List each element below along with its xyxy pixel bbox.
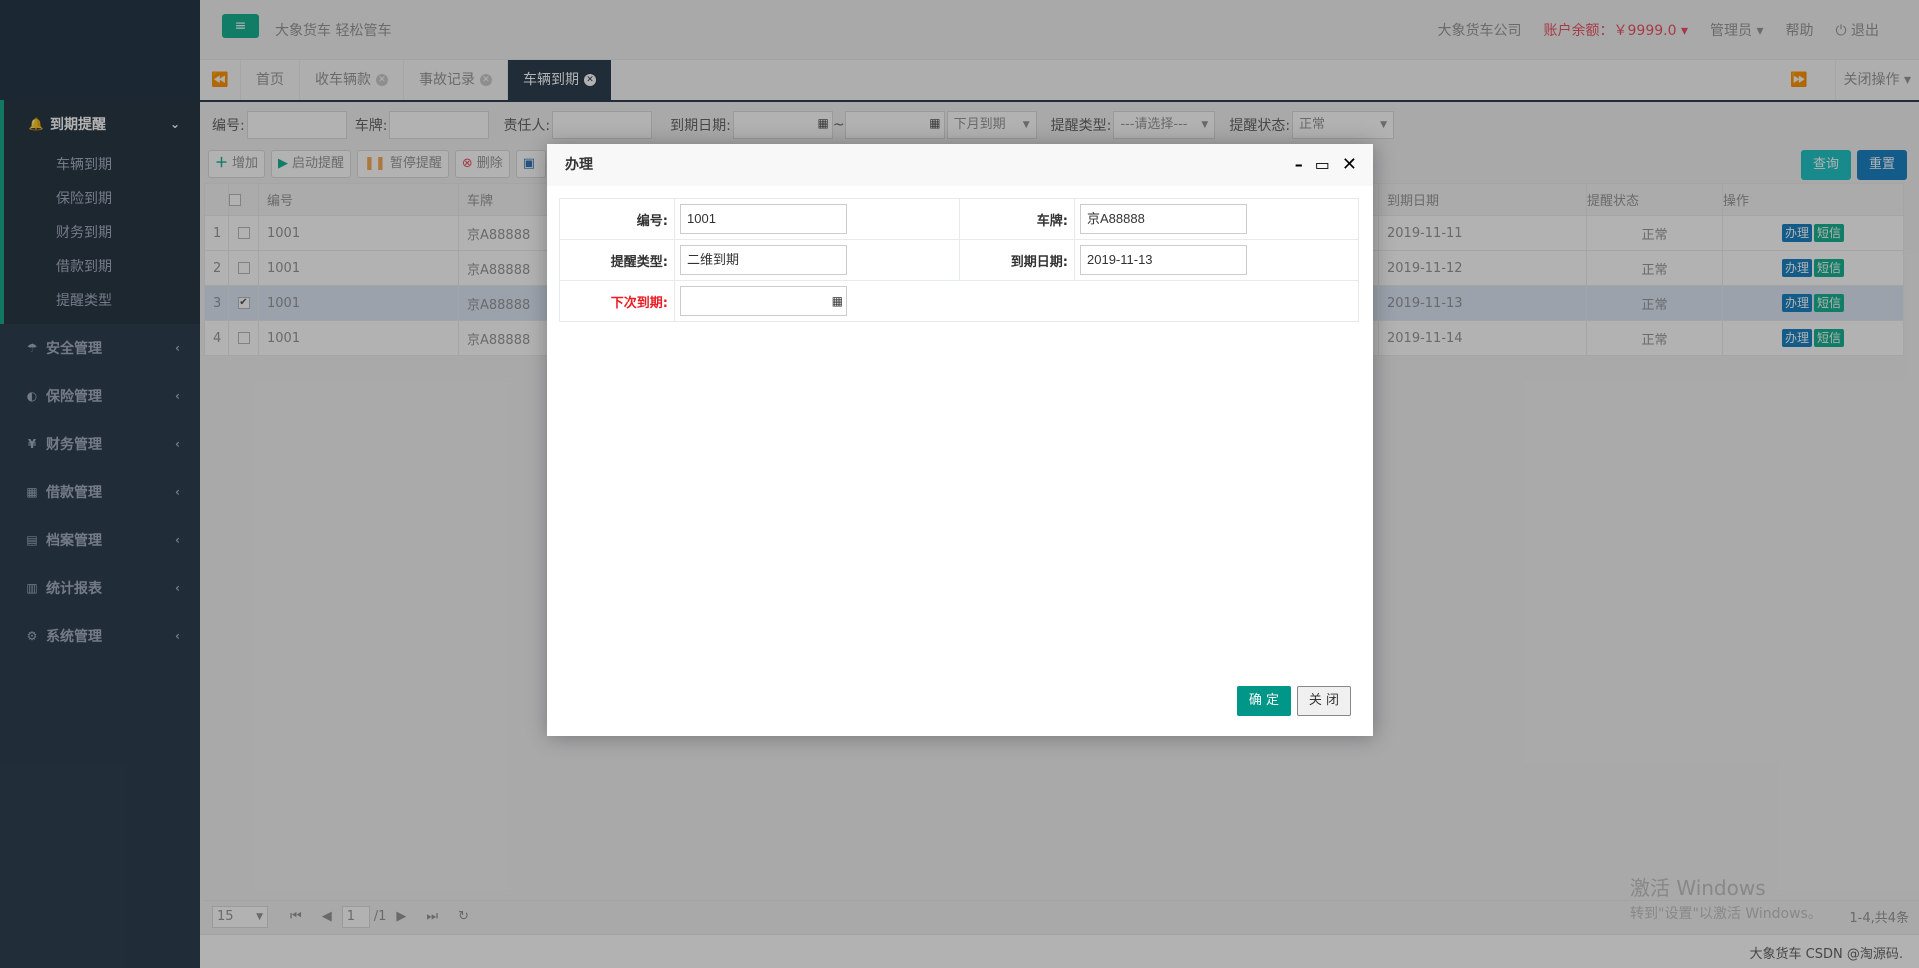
maximize-icon[interactable]: ▭ (1315, 144, 1330, 186)
form-row: 下次到期: ▦ (559, 280, 1359, 322)
dialog-title-bar[interactable]: 办理 – ▭ ✕ (547, 144, 1373, 186)
dialog-body: 编号: 1001 车牌: 京A88888 提醒类型: 二维到期 到期日期: 20… (547, 186, 1373, 322)
form-next-due-cell: ▦ (674, 280, 1359, 322)
form-plate-input[interactable]: 京A88888 (1080, 204, 1247, 234)
watermark-line1: 激活 Windows (1630, 876, 1766, 900)
handle-dialog: 办理 – ▭ ✕ 编号: 1001 车牌: 京A88888 提醒类型: 二维到期… (547, 144, 1373, 736)
form-next-due-label: 下次到期: (559, 280, 675, 322)
form-row: 提醒类型: 二维到期 到期日期: 2019-11-13 (559, 239, 1359, 281)
form-id-label: 编号: (559, 198, 675, 240)
form-plate-cell: 京A88888 (1074, 198, 1359, 240)
dialog-controls: – ▭ ✕ (1295, 144, 1357, 186)
form-type-cell: 二维到期 (674, 239, 960, 281)
calendar-icon[interactable]: ▦ (832, 287, 843, 315)
form-type-label: 提醒类型: (559, 239, 675, 281)
confirm-button[interactable]: 确 定 (1237, 686, 1291, 716)
form-id-cell: 1001 (674, 198, 960, 240)
form-next-due-input[interactable]: ▦ (680, 286, 847, 316)
form-due-cell: 2019-11-13 (1074, 239, 1359, 281)
form-due-label: 到期日期: (959, 239, 1075, 281)
dialog-footer: 确 定 关 闭 (1237, 686, 1351, 716)
close-button[interactable]: 关 闭 (1297, 686, 1351, 716)
dialog-title: 办理 (565, 157, 593, 173)
form-row: 编号: 1001 车牌: 京A88888 (559, 198, 1359, 240)
watermark-line2: 转到"设置"以激活 Windows。 (1630, 906, 1822, 922)
windows-activation-watermark: 激活 Windows 转到"设置"以激活 Windows。 (1630, 872, 1822, 923)
form-type-input[interactable]: 二维到期 (680, 245, 847, 275)
form-id-input[interactable]: 1001 (680, 204, 847, 234)
handle-form: 编号: 1001 车牌: 京A88888 提醒类型: 二维到期 到期日期: 20… (559, 198, 1359, 322)
form-plate-label: 车牌: (959, 198, 1075, 240)
minimize-icon[interactable]: – (1295, 144, 1303, 186)
close-icon[interactable]: ✕ (1342, 144, 1357, 186)
form-due-input[interactable]: 2019-11-13 (1080, 245, 1247, 275)
